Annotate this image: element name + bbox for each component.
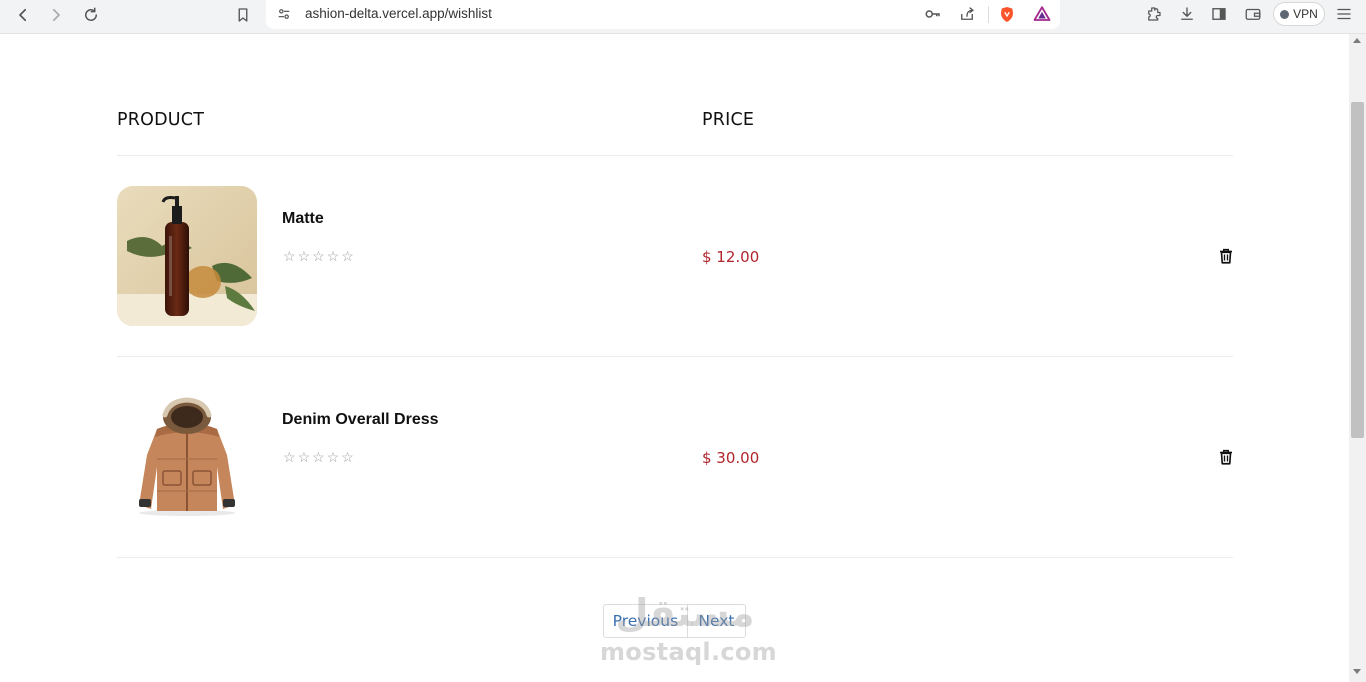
forward-icon[interactable] <box>42 2 70 28</box>
extensions-icon[interactable] <box>1144 4 1164 24</box>
vpn-status-icon <box>1280 9 1290 19</box>
scrollbar-thumb[interactable] <box>1351 102 1364 438</box>
share-icon[interactable] <box>958 5 976 23</box>
fur-hood-jacket-photo-icon <box>117 387 257 527</box>
wallet-icon[interactable] <box>1243 4 1263 24</box>
sidebar-icon[interactable] <box>1209 4 1229 24</box>
serum-bottle-photo-icon <box>117 186 257 326</box>
wishlist-page: PRODUCT PRICE Matte ☆ ☆ ☆ ☆ ☆ $ 12.00 De… <box>0 34 1349 682</box>
vpn-label: VPN <box>1293 7 1318 21</box>
star-icon: ☆ <box>283 449 296 465</box>
scroll-down-icon[interactable] <box>1353 669 1361 674</box>
site-settings-icon[interactable] <box>275 5 293 23</box>
vpn-button[interactable]: VPN <box>1273 2 1325 26</box>
header-price: PRICE <box>702 110 755 130</box>
reload-icon[interactable] <box>77 2 105 28</box>
download-icon[interactable] <box>1177 4 1197 24</box>
menu-icon[interactable] <box>1334 4 1354 24</box>
pagination: Previous Next <box>603 604 746 638</box>
brave-rewards-icon[interactable] <box>1033 5 1051 23</box>
product-image[interactable] <box>117 387 257 527</box>
trash-icon[interactable] <box>1217 448 1235 466</box>
url-text[interactable]: ashion-delta.vercel.app/wishlist <box>305 6 492 21</box>
star-icon: ☆ <box>341 449 354 465</box>
star-rating: ☆ ☆ ☆ ☆ ☆ <box>283 450 354 464</box>
star-rating: ☆ ☆ ☆ ☆ ☆ <box>283 249 354 263</box>
header-product: PRODUCT <box>117 110 205 130</box>
browser-toolbar: ashion-delta.vercel.app/wishlist VPN <box>0 0 1366 34</box>
previous-button[interactable]: Previous <box>604 605 688 637</box>
product-price: $ 30.00 <box>702 449 760 467</box>
key-icon[interactable] <box>924 5 942 23</box>
brave-shield-icon[interactable] <box>998 5 1016 23</box>
next-button[interactable]: Next <box>688 605 745 637</box>
back-icon[interactable] <box>9 2 37 28</box>
star-icon: ☆ <box>312 248 325 264</box>
star-icon: ☆ <box>312 449 325 465</box>
address-bar[interactable]: ashion-delta.vercel.app/wishlist <box>266 0 1060 29</box>
row-divider <box>117 557 1233 558</box>
header-divider <box>117 155 1233 156</box>
product-name[interactable]: Matte <box>282 210 324 228</box>
trash-icon[interactable] <box>1217 247 1235 265</box>
product-price: $ 12.00 <box>702 248 760 266</box>
product-image[interactable] <box>117 186 257 326</box>
bookmark-icon[interactable] <box>229 2 257 28</box>
star-icon: ☆ <box>326 449 340 465</box>
product-name[interactable]: Denim Overall Dress <box>282 411 439 429</box>
star-icon: ☆ <box>341 248 354 264</box>
scroll-up-icon[interactable] <box>1353 38 1361 43</box>
star-icon: ☆ <box>326 248 340 264</box>
star-icon: ☆ <box>297 449 311 465</box>
row-divider <box>117 356 1233 357</box>
star-icon: ☆ <box>297 248 311 264</box>
watermark-latin: mostaql.com <box>600 638 777 666</box>
star-icon: ☆ <box>283 248 296 264</box>
